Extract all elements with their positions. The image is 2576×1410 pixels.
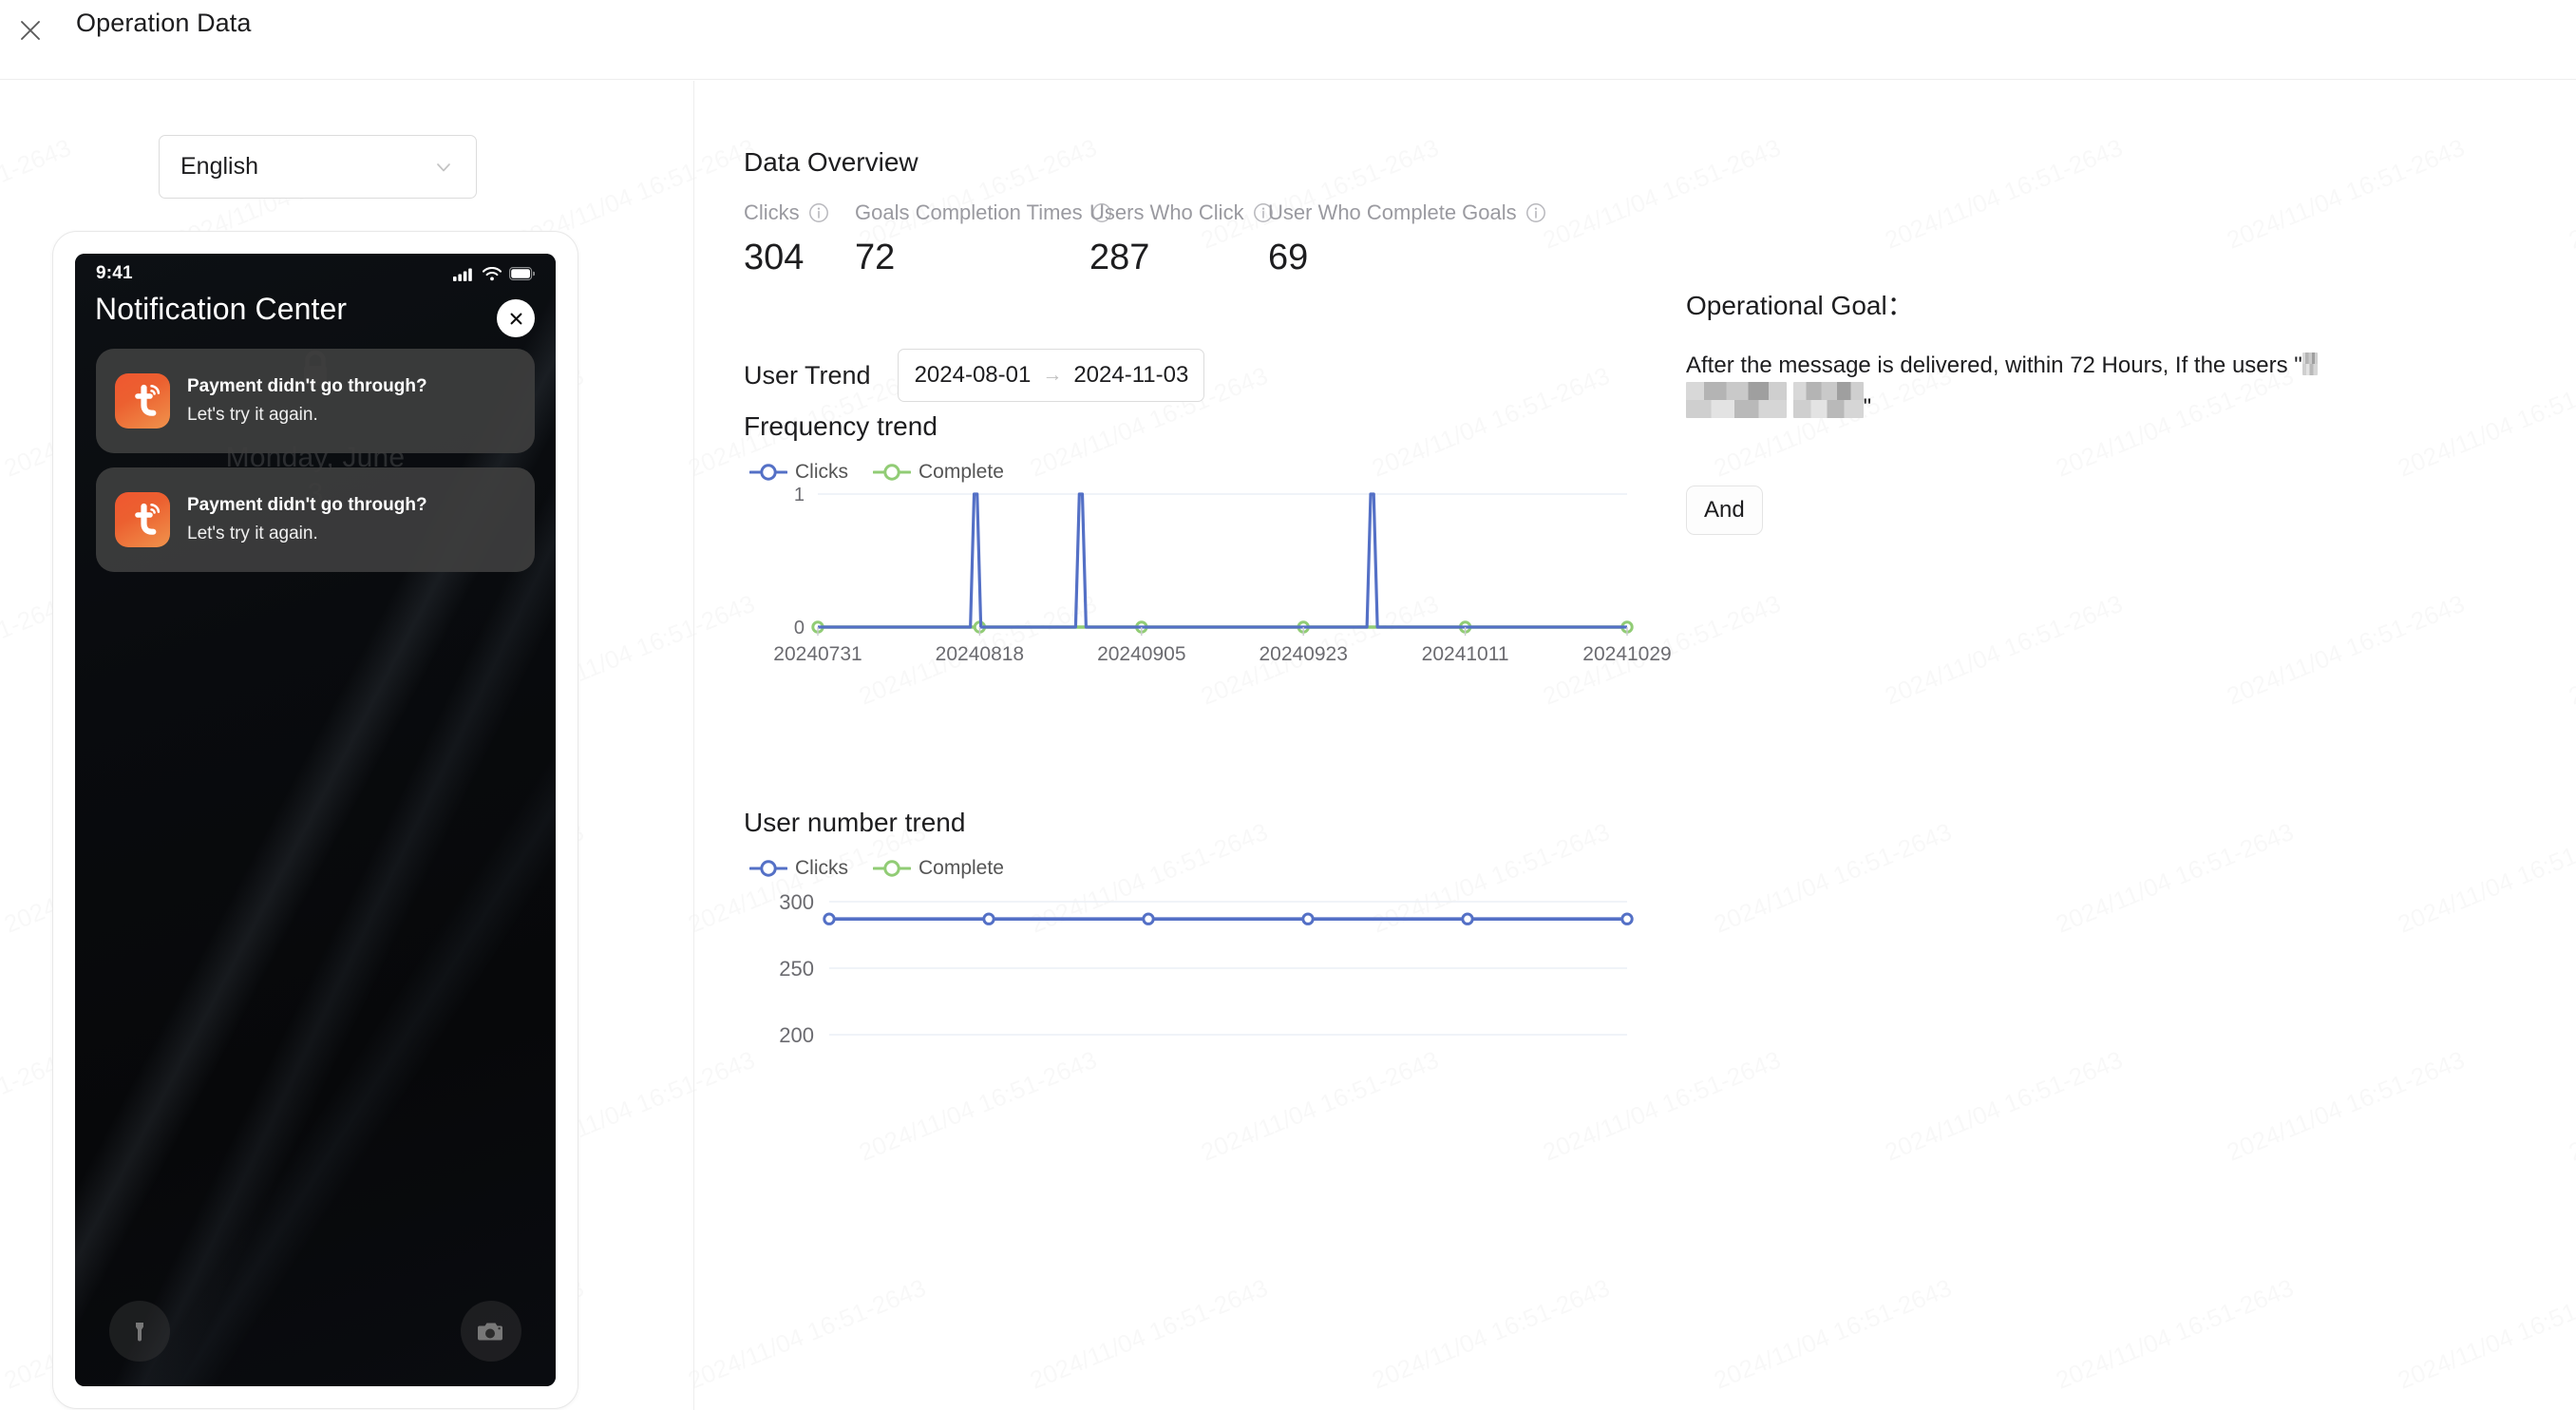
operational-goal-quote-end: "	[1863, 394, 1872, 421]
notification-card[interactable]: Payment didn't go through? Let's try it …	[96, 467, 535, 572]
info-icon[interactable]	[1525, 202, 1546, 223]
language-selector[interactable]: English	[159, 135, 477, 199]
notification-center-title: Notification Center	[95, 292, 348, 326]
notification-card[interactable]: Payment didn't go through? Let's try it …	[96, 349, 535, 453]
x-axis-tick: 20240923	[1259, 643, 1347, 665]
phone-status-bar: 9:41	[75, 254, 556, 294]
user-trend-controls: User Trend 2024-08-01 → 2024-11-03	[744, 349, 1204, 402]
date-range-separator: →	[1042, 364, 1063, 386]
data-point-marker	[1461, 912, 1474, 925]
legend-item-clicks[interactable]: Clicks	[749, 857, 848, 880]
data-overview-title: Data Overview	[744, 147, 919, 177]
legend-item-complete[interactable]: Complete	[873, 461, 1004, 484]
and-condition-label: And	[1704, 497, 1745, 523]
x-axis-tick: 20240731	[773, 643, 862, 665]
data-point-marker	[982, 912, 995, 925]
x-axis-tick: 20241011	[1422, 643, 1509, 665]
metric-card: User Who Complete Goals 69	[1268, 200, 1546, 276]
notification-center-close-icon[interactable]	[497, 299, 535, 337]
legend-marker-icon	[749, 464, 787, 481]
cellular-signal-icon	[453, 268, 472, 281]
clicks-series-line	[818, 492, 1627, 629]
status-bar-time: 9:41	[96, 263, 133, 283]
legend-marker-icon	[873, 464, 911, 481]
legend-label: Clicks	[795, 461, 848, 483]
legend-label: Complete	[919, 857, 1004, 879]
operational-goal-text: After the message is delivered, within 7…	[1686, 350, 2522, 424]
y-axis-tick: 250	[779, 957, 814, 981]
close-icon[interactable]	[8, 8, 53, 53]
metric-label: Clicks	[744, 200, 800, 224]
operational-goal-block: Operational Goal： After the message is d…	[1686, 285, 2522, 424]
redacted-text-inline	[2301, 352, 2318, 375]
app-logo-icon	[115, 492, 170, 547]
user-number-trend-legend: Clicks Complete	[749, 857, 1004, 880]
legend-marker-icon	[749, 860, 787, 877]
legend-label: Complete	[919, 461, 1004, 483]
metric-value: 287	[1089, 238, 1150, 277]
redacted-text-block-a	[1686, 382, 1787, 419]
page-title: Operation Data	[76, 9, 252, 37]
wifi-icon	[483, 266, 502, 280]
phone-screen: 9:41 Notification Center Monday, June Pa…	[75, 254, 556, 1386]
operation-data-page: 2024/11/04 16:51-26432024/11/04 16:51-26…	[0, 0, 2576, 1410]
app-logo-icon	[115, 373, 170, 429]
metric-value: 72	[855, 238, 896, 277]
metric-label: Goals Completion Times	[855, 200, 1083, 224]
frequency-trend-chart: 1 0 20240731 20240818 20240905 20240923 202410…	[744, 485, 1671, 675]
metric-value: 304	[744, 238, 805, 277]
frequency-trend-title: Frequency trend	[744, 411, 938, 441]
data-point-marker	[1301, 912, 1315, 925]
column-divider	[693, 81, 694, 1410]
page-header: Operation Data	[0, 0, 2576, 80]
metric-label: User Who Complete Goals	[1268, 200, 1517, 224]
notification-title: Payment didn't go through?	[187, 495, 427, 515]
preview-sidebar: English 9:41 Notification Center Monday,…	[0, 81, 693, 1410]
language-selector-value: English	[180, 153, 258, 180]
phone-preview-frame: 9:41 Notification Center Monday, June Pa…	[52, 231, 578, 1409]
notification-body: Let's try it again.	[187, 524, 318, 543]
info-icon[interactable]	[808, 202, 829, 223]
user-number-trend-chart: 300 250 200	[744, 881, 1656, 1071]
legend-item-clicks[interactable]: Clicks	[749, 461, 848, 484]
x-axis-tick: 20241029	[1582, 643, 1671, 665]
flashlight-icon[interactable]	[109, 1301, 170, 1362]
metric-card: Goals Completion Times 72	[855, 200, 1112, 276]
frequency-trend-legend: Clicks Complete	[749, 461, 1004, 484]
user-trend-label: User Trend	[744, 360, 871, 390]
frequency-trend-plot: 1 0 20240731 20240818 20240905 20240923 202410…	[773, 485, 1671, 665]
date-range-end[interactable]: 2024-11-03	[1073, 362, 1188, 389]
notification-title: Payment didn't go through?	[187, 376, 427, 396]
data-point-marker	[823, 912, 836, 925]
legend-item-complete[interactable]: Complete	[873, 857, 1004, 880]
metric-value: 69	[1268, 238, 1309, 277]
legend-label: Clicks	[795, 857, 848, 879]
redacted-text-block-b	[1792, 382, 1864, 419]
chevron-down-icon	[437, 162, 450, 171]
battery-icon	[509, 267, 535, 280]
camera-icon[interactable]	[461, 1301, 521, 1362]
y-axis-tick: 200	[779, 1023, 814, 1047]
date-range-start[interactable]: 2024-08-01	[915, 362, 1032, 389]
x-axis-tick: 20240905	[1097, 643, 1185, 665]
metric-card: Users Who Click 287	[1089, 200, 1274, 276]
and-condition-button[interactable]: And	[1686, 486, 1763, 535]
y-axis-tick: 1	[794, 485, 805, 505]
metric-label: Users Who Click	[1089, 200, 1244, 224]
user-number-trend-plot: 300 250 200	[779, 890, 1634, 1047]
data-point-marker	[1142, 912, 1155, 925]
user-number-trend-title: User number trend	[744, 808, 966, 837]
y-axis-tick: 0	[794, 618, 805, 638]
operational-goal-text-part1: After the message is delivered, within 7…	[1686, 352, 2302, 378]
y-axis-tick: 300	[779, 890, 814, 914]
main-content: Data Overview Clicks 304 Goals Completion …	[694, 81, 2576, 1410]
date-range-picker[interactable]: 2024-08-01 → 2024-11-03	[897, 349, 1204, 402]
legend-marker-icon	[873, 860, 911, 877]
metric-card: Clicks 304	[744, 200, 829, 276]
operational-goal-title: Operational Goal：	[1686, 291, 1914, 320]
notification-body: Let's try it again.	[187, 405, 318, 425]
x-axis-tick: 20240818	[936, 643, 1024, 665]
data-point-marker	[1620, 912, 1634, 925]
